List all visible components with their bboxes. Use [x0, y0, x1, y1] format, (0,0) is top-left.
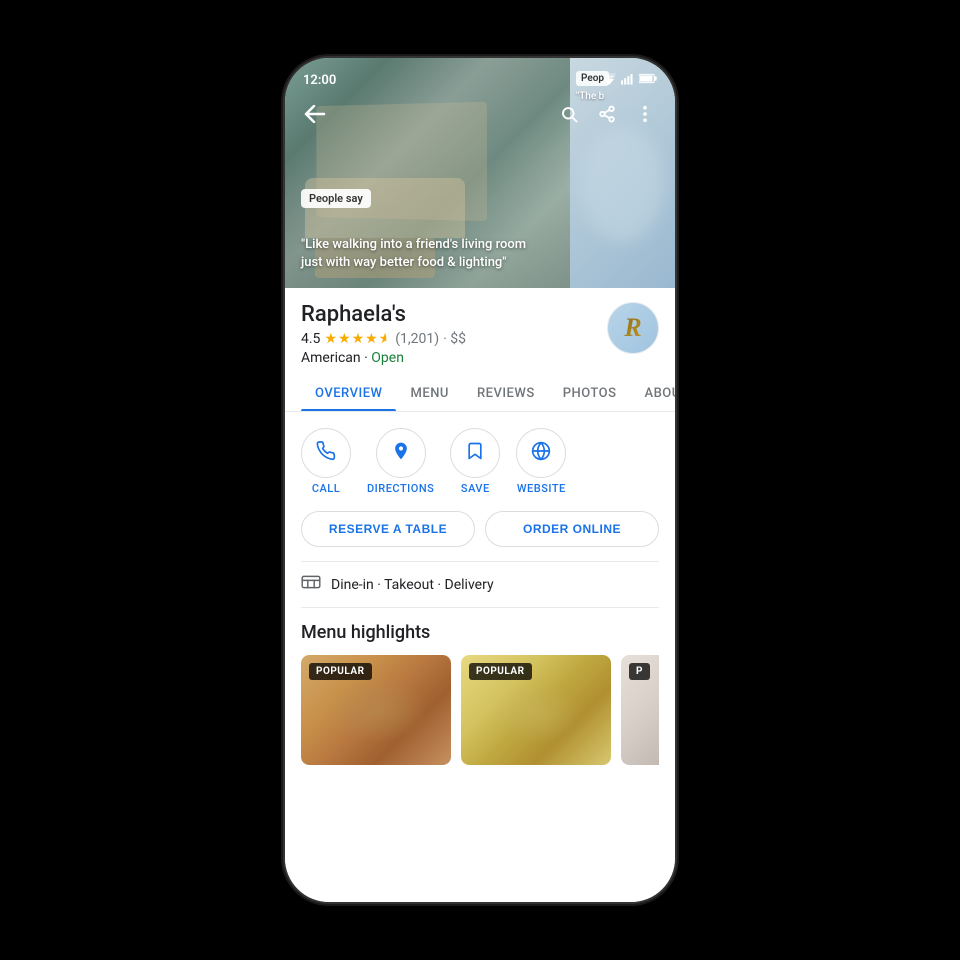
reserve-table-button[interactable]: RESERVE A TABLE: [301, 511, 475, 547]
open-status: Open: [371, 350, 404, 366]
tabs-row: OVERVIEW MENU REVIEWS PHOTOS ABOU: [285, 376, 675, 412]
rating-number: 4.5: [301, 331, 320, 347]
call-label: CALL: [312, 482, 340, 495]
directions-icon: [391, 441, 411, 466]
globe-icon: [531, 441, 551, 466]
tab-photos[interactable]: PHOTOS: [549, 376, 631, 411]
popular-badge-1: POPULAR: [309, 663, 372, 680]
star-1: ★: [324, 331, 337, 347]
search-button[interactable]: [553, 98, 585, 130]
place-name: Raphaela's: [301, 302, 607, 327]
service-row: Dine-in · Takeout · Delivery: [285, 562, 675, 607]
directions-action[interactable]: DIRECTIONS: [367, 428, 434, 495]
review-count: (1,201): [395, 331, 439, 347]
menu-items-row: POPULAR POPULAR P: [301, 655, 659, 773]
tab-menu[interactable]: MENU: [396, 376, 462, 411]
menu-highlights-section: Menu highlights POPULAR POPULAR P: [285, 608, 675, 781]
tab-about[interactable]: ABOU: [630, 376, 675, 411]
order-online-button[interactable]: ORDER ONLINE: [485, 511, 659, 547]
place-logo: R: [607, 302, 659, 354]
star-4: ★: [365, 331, 378, 347]
nav-actions: [553, 98, 661, 130]
popular-badge-3: P: [629, 663, 650, 680]
menu-item-3[interactable]: P: [621, 655, 659, 765]
tab-overview[interactable]: OVERVIEW: [301, 376, 396, 411]
call-action[interactable]: CALL: [301, 428, 351, 495]
service-text: Dine-in · Takeout · Delivery: [331, 577, 494, 593]
status-icons: [601, 73, 657, 88]
status-bar: 12:00: [285, 58, 675, 94]
website-label: WEBSITE: [517, 482, 566, 495]
hero-area: Peop "The b People say "Like walking int…: [285, 58, 675, 288]
dine-in-icon: [301, 574, 321, 595]
directions-label: DIRECTIONS: [367, 482, 434, 495]
star-2: ★: [338, 331, 351, 347]
back-button[interactable]: [299, 98, 331, 130]
price-level: · $$: [443, 331, 466, 347]
menu-item-2[interactable]: POPULAR: [461, 655, 611, 765]
action-buttons: CALL DIRECTIONS: [285, 412, 675, 503]
wifi-icon: [601, 73, 617, 88]
share-button[interactable]: [591, 98, 623, 130]
menu-item-1[interactable]: POPULAR: [301, 655, 451, 765]
place-header: Raphaela's 4.5 ★ ★ ★ ★ ★ (1,201) · $$ Am…: [285, 288, 675, 376]
directions-circle: [376, 428, 426, 478]
content-area[interactable]: Raphaela's 4.5 ★ ★ ★ ★ ★ (1,201) · $$ Am…: [285, 288, 675, 902]
place-logo-letter: R: [624, 313, 641, 343]
phone-frame: Peop "The b People say "Like walking int…: [285, 58, 675, 902]
star-3: ★: [352, 331, 365, 347]
menu-highlights-title: Menu highlights: [301, 622, 659, 643]
top-nav: [285, 94, 675, 134]
save-circle: [450, 428, 500, 478]
signal-icon: [621, 73, 635, 88]
more-options-button[interactable]: [629, 98, 661, 130]
cta-buttons: RESERVE A TABLE ORDER ONLINE: [285, 503, 675, 561]
status-time: 12:00: [303, 73, 336, 88]
place-type-row: American · Open: [301, 350, 607, 366]
place-info: Raphaela's 4.5 ★ ★ ★ ★ ★ (1,201) · $$ Am…: [301, 302, 607, 366]
tab-reviews[interactable]: REVIEWS: [463, 376, 549, 411]
star-5-half: ★: [379, 331, 392, 347]
stars: ★ ★ ★ ★ ★: [324, 331, 391, 347]
hero-quote: "Like walking into a friend's living roo…: [301, 236, 541, 272]
rating-row: 4.5 ★ ★ ★ ★ ★ (1,201) · $$: [301, 331, 607, 347]
save-label: SAVE: [461, 482, 490, 495]
popular-badge-2: POPULAR: [469, 663, 532, 680]
people-say-badge: People say: [301, 189, 371, 208]
battery-icon: [639, 73, 657, 87]
menu-item-image-1: POPULAR: [301, 655, 451, 765]
website-circle: [516, 428, 566, 478]
website-action[interactable]: WEBSITE: [516, 428, 566, 495]
phone-icon: [316, 441, 336, 466]
bookmark-icon: [465, 441, 485, 466]
menu-item-image-3: P: [621, 655, 659, 765]
call-circle: [301, 428, 351, 478]
save-action[interactable]: SAVE: [450, 428, 500, 495]
cuisine-type: American: [301, 350, 361, 366]
menu-item-image-2: POPULAR: [461, 655, 611, 765]
